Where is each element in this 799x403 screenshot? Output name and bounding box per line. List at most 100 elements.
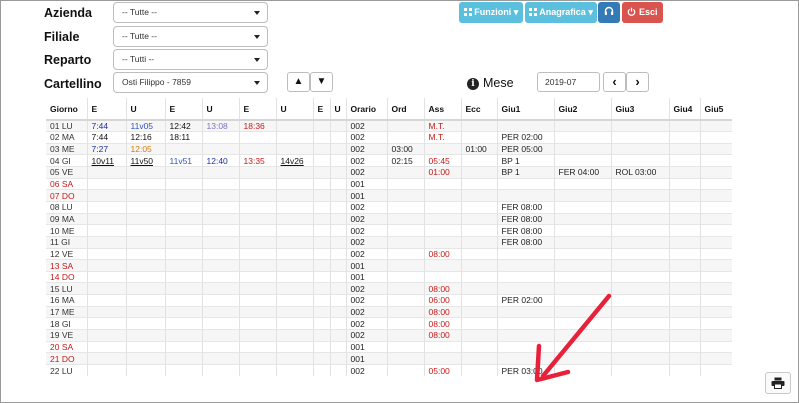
table-row[interactable]: 14 DO 001 xyxy=(46,270,732,283)
next-employee-button[interactable]: ▼ xyxy=(310,72,333,92)
table-cell xyxy=(423,259,461,272)
table-row[interactable]: 07 DO 001 xyxy=(46,189,732,202)
column-header: E xyxy=(164,98,202,121)
info-icon[interactable]: i xyxy=(467,78,479,90)
table-cell xyxy=(201,212,239,225)
esci-button[interactable]: Esci xyxy=(622,2,663,23)
table-cell xyxy=(496,119,554,132)
table-cell xyxy=(699,352,732,365)
table-cell xyxy=(275,282,313,295)
table-cell xyxy=(329,340,346,353)
table-row[interactable]: 03 ME 7:27 12:05 002 03:00 01:00 PER 05:00 xyxy=(46,142,732,155)
table-cell xyxy=(699,189,732,202)
table-cell xyxy=(164,235,202,249)
table-cell xyxy=(610,154,669,167)
table-cell xyxy=(668,212,700,225)
table-cell xyxy=(86,224,126,237)
table-row[interactable]: 05 VE 002 01:00 BP 1 FER 04:00 ROL 03:00 xyxy=(46,166,732,179)
table-cell xyxy=(201,352,239,365)
table-cell xyxy=(460,177,497,190)
table-cell: 002 xyxy=(345,200,387,214)
funzioni-menu-button[interactable]: Funzioni ▾ xyxy=(459,2,523,23)
table-cell xyxy=(329,154,346,167)
table-cell xyxy=(86,200,126,214)
next-month-button[interactable]: › xyxy=(626,72,649,92)
table-cell xyxy=(312,317,330,330)
cartellino-select[interactable]: Osti Filippo - 7859 xyxy=(113,72,268,93)
table-cell xyxy=(238,317,276,330)
table-cell xyxy=(496,177,554,190)
table-row[interactable]: 11 GI 002 FER 08:00 xyxy=(46,235,732,249)
day-cell: 12 VE xyxy=(46,247,87,260)
table-cell xyxy=(610,247,669,260)
table-row[interactable]: 01 LU 7:44 11v05 12:42 13:08 18:36 002 M.T. xyxy=(46,119,732,132)
previous-month-button[interactable]: ‹ xyxy=(603,72,626,92)
filiale-select[interactable]: -- Tutte -- xyxy=(113,26,268,47)
column-header: Giu1 xyxy=(496,98,554,121)
azienda-select[interactable]: -- Tutte -- xyxy=(113,2,268,23)
support-button[interactable] xyxy=(598,2,620,23)
table-cell xyxy=(201,131,239,144)
anagrafica-menu-button[interactable]: Anagrafica ▾ xyxy=(525,2,597,23)
table-row[interactable]: 04 GI 10v11 11v50 11v51 12:40 13:35 14v26 002 02… xyxy=(46,154,732,167)
table-row[interactable]: 12 VE 002 08:00 xyxy=(46,247,732,260)
table-cell xyxy=(460,166,497,179)
table-cell: PER 05:00 xyxy=(496,142,554,155)
print-button[interactable] xyxy=(765,372,791,394)
table-cell: 002 xyxy=(345,247,387,260)
day-cell: 03 ME xyxy=(46,142,87,155)
table-cell xyxy=(699,166,732,179)
table-cell xyxy=(275,259,313,272)
table-cell xyxy=(201,270,239,283)
table-cell xyxy=(460,270,497,283)
table-row[interactable]: 10 ME 002 FER 08:00 xyxy=(46,224,732,237)
table-cell xyxy=(668,317,700,330)
table-cell xyxy=(86,259,126,272)
mese-label: Mese xyxy=(483,76,514,90)
table-cell xyxy=(460,340,497,353)
table-cell xyxy=(699,235,732,249)
table-cell xyxy=(610,131,669,144)
table-cell: 7:27 xyxy=(86,142,126,155)
table-cell xyxy=(386,131,424,144)
day-cell: 13 SA xyxy=(46,259,87,272)
table-cell xyxy=(699,259,732,272)
table-cell xyxy=(386,317,424,330)
table-cell xyxy=(496,270,554,283)
table-cell xyxy=(238,189,276,202)
table-cell xyxy=(275,200,313,214)
table-cell xyxy=(668,119,700,132)
table-cell xyxy=(312,154,330,167)
table-row[interactable]: 08 LU 002 FER 08:00 xyxy=(46,200,732,214)
table-cell xyxy=(275,247,313,260)
table-cell xyxy=(275,305,313,318)
previous-employee-button[interactable]: ▲ xyxy=(287,72,310,92)
table-cell xyxy=(86,294,126,307)
table-cell xyxy=(125,305,165,318)
caret-down-icon xyxy=(254,58,260,62)
table-cell: 05:45 xyxy=(423,154,461,167)
table-cell xyxy=(610,200,669,214)
table-cell xyxy=(386,224,424,237)
table-cell xyxy=(164,259,202,272)
table-row[interactable]: 13 SA 001 xyxy=(46,259,732,272)
table-cell xyxy=(238,131,276,144)
table-row[interactable]: 06 SA 001 xyxy=(46,177,732,190)
table-cell xyxy=(386,340,424,353)
table-cell xyxy=(610,119,669,132)
table-cell xyxy=(275,189,313,202)
month-input[interactable]: 2019-07 xyxy=(537,72,600,92)
table-cell xyxy=(699,329,732,342)
table-cell xyxy=(699,177,732,190)
table-cell xyxy=(86,247,126,260)
table-cell xyxy=(553,131,611,144)
anagrafica-label: Anagrafica xyxy=(539,7,586,17)
table-cell xyxy=(125,329,165,342)
table-cell: FER 08:00 xyxy=(496,224,554,237)
table-row[interactable]: 02 MA 7:44 12:16 18:11 002 M.T. PER 02:00 xyxy=(46,131,732,144)
table-row[interactable]: 09 MA 002 FER 08:00 xyxy=(46,212,732,225)
table-cell xyxy=(460,259,497,272)
reparto-select[interactable]: -- Tutti -- xyxy=(113,49,268,70)
table-cell xyxy=(423,270,461,283)
table-cell xyxy=(386,282,424,295)
